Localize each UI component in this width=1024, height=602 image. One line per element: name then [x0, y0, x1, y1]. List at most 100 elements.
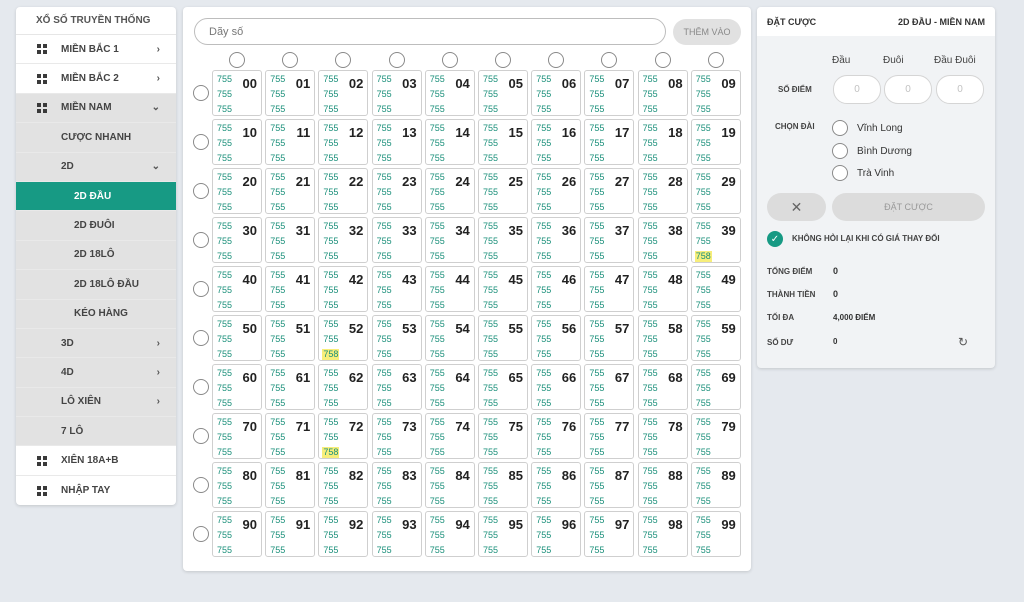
number-cell[interactable]: 755 755 755 91: [265, 511, 316, 557]
column-select-radio[interactable]: [548, 52, 565, 68]
number-cell[interactable]: 755 755 755 27: [584, 168, 635, 214]
number-cell[interactable]: 755 755 755 40: [212, 266, 262, 312]
sidebar-item-cuoc-nhanh[interactable]: CƯỢC NHANH: [16, 123, 176, 153]
column-select-radio[interactable]: [495, 52, 511, 68]
number-cell[interactable]: 755 755 755 73: [371, 413, 422, 459]
number-cell[interactable]: 755 755 755 10: [212, 119, 262, 165]
row-select-radio[interactable]: [193, 183, 209, 199]
sidebar-item-xien-18ab[interactable]: XIÊN 18A+B: [16, 446, 176, 476]
number-cell[interactable]: 755 755 755 56: [531, 315, 582, 361]
row-select-radio[interactable]: [193, 134, 209, 150]
number-cell[interactable]: 755 755 755 06: [531, 70, 582, 116]
number-cell[interactable]: 755 755 755 38: [637, 217, 688, 263]
number-cell[interactable]: 755 755 755 95: [478, 511, 528, 557]
number-cell[interactable]: 755 755 755 07: [584, 70, 635, 116]
number-cell[interactable]: 755 755 755 81: [265, 462, 316, 508]
sidebar-item-2d[interactable]: 2D ⌄: [16, 152, 176, 182]
number-cell[interactable]: 755 755 755 09: [690, 70, 741, 116]
number-cell[interactable]: 755 755 755 93: [371, 511, 422, 557]
number-cell[interactable]: 755 755 755 46: [531, 266, 582, 312]
row-select-radio[interactable]: [193, 526, 209, 542]
column-select-radio[interactable]: [388, 52, 405, 68]
number-cell[interactable]: 755 755 755 84: [424, 462, 475, 508]
points-both-input[interactable]: [936, 75, 984, 104]
sidebar-item-2d-dau[interactable]: 2D ĐẦU: [16, 181, 176, 212]
number-cell[interactable]: 755 755 755 60: [212, 364, 262, 410]
number-cell[interactable]: 755 755 758 52: [318, 315, 369, 361]
number-cell[interactable]: 755 755 755 77: [584, 413, 635, 459]
number-cell[interactable]: 755 755 755 67: [584, 364, 635, 410]
number-cell[interactable]: 755 755 755 48: [637, 266, 688, 312]
number-cell[interactable]: 755 755 755 34: [424, 217, 475, 263]
number-cell[interactable]: 755 755 755 50: [212, 315, 262, 361]
number-cell[interactable]: 755 755 755 97: [584, 511, 635, 557]
number-cell[interactable]: 755 755 755 21: [265, 168, 316, 214]
cancel-button[interactable]: ✕: [767, 193, 826, 221]
number-cell[interactable]: 755 755 755 53: [371, 315, 422, 361]
number-cell[interactable]: 755 755 755 87: [584, 462, 635, 508]
number-cell[interactable]: 755 755 755 35: [478, 217, 528, 263]
column-select-radio[interactable]: [654, 52, 671, 68]
station-radio[interactable]: [832, 143, 848, 159]
number-cell[interactable]: 755 755 755 16: [531, 119, 582, 165]
number-cell[interactable]: 755 755 755 74: [424, 413, 475, 459]
number-cell[interactable]: 755 755 755 49: [690, 266, 741, 312]
row-select-radio[interactable]: [193, 379, 209, 395]
number-cell[interactable]: 755 755 755 02: [318, 70, 369, 116]
number-cell[interactable]: 755 755 758 39: [690, 217, 741, 263]
number-cell[interactable]: 755 755 755 59: [690, 315, 741, 361]
number-cell[interactable]: 755 755 755 89: [690, 462, 741, 508]
number-cell[interactable]: 755 755 755 51: [265, 315, 316, 361]
number-cell[interactable]: 755 755 755 58: [637, 315, 688, 361]
number-cell[interactable]: 755 755 755 42: [318, 266, 369, 312]
number-cell[interactable]: 755 755 755 29: [690, 168, 741, 214]
sidebar-item-2d-duoi[interactable]: 2D ĐUÔI: [16, 211, 176, 241]
sidebar-item-7-lo[interactable]: 7 LÔ: [16, 417, 176, 447]
number-cell[interactable]: 755 755 755 22: [318, 168, 369, 214]
add-button[interactable]: THÊM VÀO: [673, 19, 741, 45]
place-bet-button[interactable]: ĐẶT CƯỢC: [832, 193, 985, 221]
number-cell[interactable]: 755 755 755 15: [478, 119, 528, 165]
station-radio[interactable]: [832, 120, 848, 136]
number-cell[interactable]: 755 755 755 90: [212, 511, 262, 557]
row-select-radio[interactable]: [193, 232, 209, 248]
number-cell[interactable]: 755 755 755 37: [584, 217, 635, 263]
number-cell[interactable]: 755 755 755 30: [212, 217, 262, 263]
row-select-radio[interactable]: [193, 477, 209, 493]
number-cell[interactable]: 755 755 755 41: [265, 266, 316, 312]
number-cell[interactable]: 755 755 755 23: [371, 168, 422, 214]
number-cell[interactable]: 755 755 755 17: [584, 119, 635, 165]
number-cell[interactable]: 755 755 755 18: [637, 119, 688, 165]
number-cell[interactable]: 755 755 758 72: [318, 413, 369, 459]
sidebar-item-4d[interactable]: 4D ›: [16, 358, 176, 388]
column-select-radio[interactable]: [601, 52, 618, 68]
row-select-radio[interactable]: [193, 428, 209, 444]
number-cell[interactable]: 755 755 755 08: [637, 70, 688, 116]
number-cell[interactable]: 755 755 755 80: [212, 462, 262, 508]
number-cell[interactable]: 755 755 755 75: [478, 413, 528, 459]
number-cell[interactable]: 755 755 755 26: [531, 168, 582, 214]
number-cell[interactable]: 755 755 755 66: [531, 364, 582, 410]
number-cell[interactable]: 755 755 755 57: [584, 315, 635, 361]
number-cell[interactable]: 755 755 755 64: [424, 364, 475, 410]
number-cell[interactable]: 755 755 755 24: [424, 168, 475, 214]
number-cell[interactable]: 755 755 755 33: [371, 217, 422, 263]
number-cell[interactable]: 755 755 755 98: [637, 511, 688, 557]
number-cell[interactable]: 755 755 755 85: [478, 462, 528, 508]
number-cell[interactable]: 755 755 755 54: [424, 315, 475, 361]
number-cell[interactable]: 755 755 755 05: [478, 70, 528, 116]
column-select-radio[interactable]: [707, 52, 724, 68]
refresh-icon[interactable]: ↻: [958, 335, 968, 349]
number-cell[interactable]: 755 755 755 25: [478, 168, 528, 214]
number-cell[interactable]: 755 755 755 70: [212, 413, 262, 459]
sidebar-item-nhap-tay[interactable]: NHẬP TAY: [16, 476, 176, 505]
number-cell[interactable]: 755 755 755 71: [265, 413, 316, 459]
number-cell[interactable]: 755 755 755 47: [584, 266, 635, 312]
number-cell[interactable]: 755 755 755 11: [265, 119, 316, 165]
number-cell[interactable]: 755 755 755 14: [424, 119, 475, 165]
row-select-radio[interactable]: [193, 281, 209, 297]
points-head-input[interactable]: [833, 75, 881, 104]
sidebar-item-mien-bac-1[interactable]: MIỀN BẮC 1 ›: [16, 35, 176, 65]
number-cell[interactable]: 755 755 755 68: [637, 364, 688, 410]
number-cell[interactable]: 755 755 755 88: [637, 462, 688, 508]
